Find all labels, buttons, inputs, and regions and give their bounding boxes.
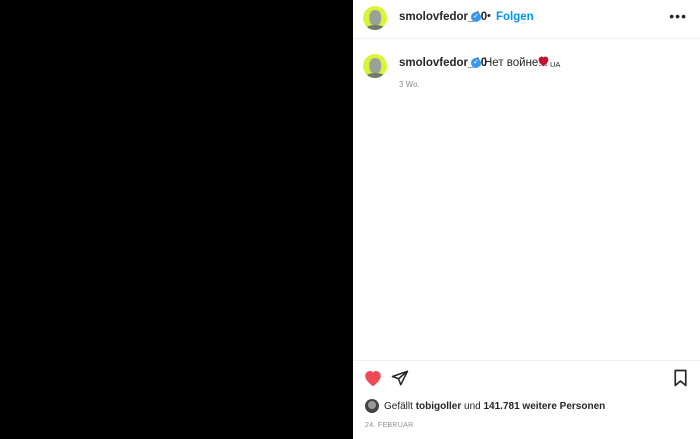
save-bookmark-icon[interactable]: [673, 369, 688, 387]
more-options-icon[interactable]: •••: [669, 8, 687, 24]
caption-verified-badge-icon: ✓: [471, 58, 481, 68]
author-avatar[interactable]: [363, 6, 387, 30]
caption-author-avatar[interactable]: [363, 54, 387, 78]
caption-timestamp[interactable]: 3 Wo.: [399, 80, 420, 89]
instagram-post: smolovfedor_10 ✓ • Folgen ••• smolovfedo…: [0, 0, 700, 439]
likes-prefix: Gefällt: [384, 400, 413, 412]
likes-summary: Gefällt tobigoller und 141.781 weitere P…: [365, 399, 605, 413]
caption-flag-text: UA: [550, 60, 561, 69]
likes-count-link[interactable]: 141.781 weitere Personen: [484, 401, 606, 412]
verified-badge-icon: ✓: [471, 12, 481, 22]
liker-avatar[interactable]: [365, 399, 379, 413]
post-side-panel: smolovfedor_10 ✓ • Folgen ••• smolovfedo…: [353, 0, 700, 439]
share-paper-plane-icon[interactable]: [391, 369, 409, 387]
follow-button[interactable]: Folgen: [496, 11, 534, 23]
header-separator: •: [487, 10, 491, 22]
post-date[interactable]: 24. FEBRUAR: [365, 422, 413, 429]
post-header: smolovfedor_10 ✓ • Folgen •••: [353, 0, 700, 39]
red-heart-icon: [538, 56, 549, 67]
post-actions: Gefällt tobigoller und 141.781 weitere P…: [353, 360, 700, 439]
post-media[interactable]: [0, 0, 353, 439]
like-heart-icon[interactable]: [363, 369, 383, 387]
likes-middle: und: [464, 400, 481, 412]
liker-username-link[interactable]: tobigoller: [416, 401, 462, 412]
